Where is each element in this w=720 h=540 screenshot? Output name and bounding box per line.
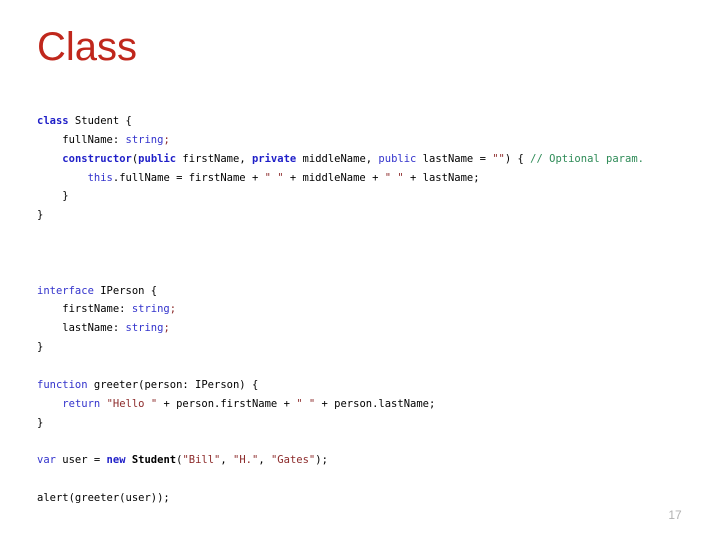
code-token: " " [264, 171, 284, 184]
code-token: firstName: [37, 303, 132, 316]
code-line: var user = new Student("Bill", "H.", "Ga… [37, 451, 697, 470]
code-token: string [125, 133, 164, 146]
code-token: public [138, 152, 177, 165]
code-token: } [37, 416, 44, 429]
code-block: class Student { fullName: string; constr… [37, 112, 697, 508]
code-token: Student { [68, 115, 132, 127]
slide-page-number: 17 [668, 508, 682, 522]
code-line: constructor(public firstName, private mi… [37, 150, 697, 169]
code-line: alert(greeter(user)); [37, 489, 697, 508]
code-token: ) { [504, 152, 531, 165]
code-line: } [37, 206, 697, 225]
code-token: greeter(person: IPerson) { [87, 378, 259, 391]
code-token: this [87, 171, 113, 184]
code-token: ; [169, 303, 177, 316]
code-token: interface [37, 284, 94, 297]
code-token: return [62, 397, 101, 410]
code-token: "Hello " [106, 397, 158, 410]
code-token: lastName = [416, 152, 493, 165]
code-line: firstName: string; [37, 300, 697, 319]
code-token: // Optional param. [530, 152, 644, 165]
page-title: Class [37, 25, 138, 69]
code-line: class Student { [37, 112, 697, 131]
code-line: } [37, 338, 697, 357]
code-token: } [37, 341, 44, 354]
code-token: "Bill" [182, 454, 221, 467]
code-token: ; [163, 322, 170, 335]
code-line: function greeter(person: IPerson) { [37, 376, 697, 395]
code-line: fullName: string; [37, 131, 697, 150]
code-line: } [37, 414, 697, 433]
code-token: } [37, 190, 69, 203]
code-token: constructor [62, 152, 132, 165]
code-token: ; [163, 133, 170, 146]
code-token: new [106, 454, 126, 467]
code-token: lastName: [37, 322, 126, 335]
code-token: + person.lastName; [315, 397, 436, 410]
code-line: lastName: string; [37, 319, 697, 338]
code-token: " " [384, 171, 404, 184]
code-token: middleName, [296, 152, 379, 165]
code-token: + middleName + [283, 171, 385, 184]
code-token: class [37, 115, 69, 127]
code-token: fullName: [37, 133, 126, 146]
code-line: return "Hello " + person.firstName + " "… [37, 395, 697, 414]
code-token: "H." [233, 454, 259, 467]
code-token: } [37, 209, 44, 222]
slide-canvas: Class class Student { fullName: string; … [0, 0, 720, 540]
code-token: + person.firstName + [157, 397, 297, 410]
code-line: this.fullName = firstName + " " + middle… [37, 169, 697, 188]
code-token: string [125, 322, 164, 335]
code-token: IPerson { [93, 284, 158, 297]
code-token: , [220, 454, 234, 467]
code-token: user = [55, 454, 107, 467]
code-token: alert(greeter(user)); [37, 491, 170, 504]
code-token: function [37, 378, 88, 391]
code-token: "Gates" [270, 454, 316, 467]
code-token: private [251, 152, 297, 165]
code-token: "" [492, 152, 505, 165]
code-token: string [131, 303, 170, 316]
code-token: var [37, 454, 56, 467]
code-token: " " [296, 397, 316, 410]
code-token: ); [315, 454, 328, 467]
code-token: Student [131, 454, 177, 467]
code-token: , [258, 454, 271, 467]
code-token: + lastName; [403, 171, 480, 184]
code-line: interface IPerson { [37, 282, 697, 301]
code-token: .fullName = firstName + [112, 171, 265, 184]
code-token: public [378, 152, 417, 165]
code-line: } [37, 187, 697, 206]
code-token: firstName, [176, 152, 252, 165]
